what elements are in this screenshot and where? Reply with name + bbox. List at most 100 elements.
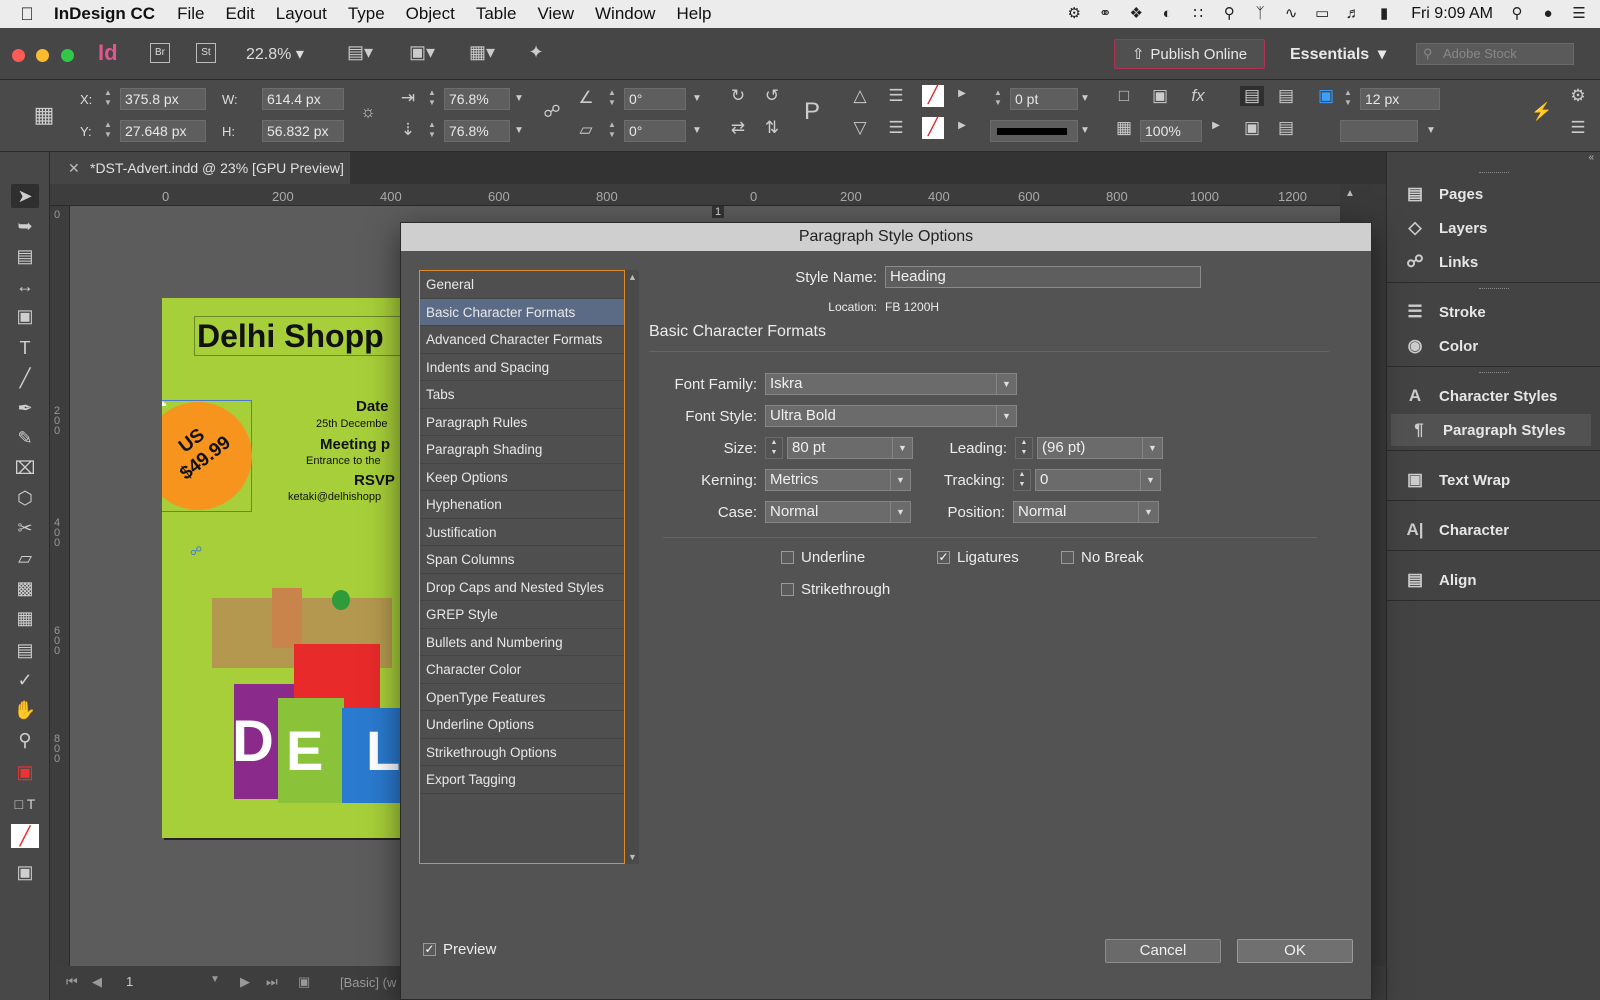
tracking-combo[interactable]: 0 ▼ [1035, 469, 1161, 491]
content-collector-icon[interactable]: ▣ [11, 304, 39, 328]
font-style-dropdown-icon[interactable]: ▼ [996, 406, 1016, 426]
no-break-checkbox[interactable]: No Break [1061, 549, 1144, 566]
preview-checkbox[interactable]: ✓ Preview [423, 941, 496, 958]
fill-swatch-dropdown[interactable]: ▶ [950, 88, 974, 99]
shear-angle-field[interactable]: 0° [624, 120, 686, 142]
wrap-bounding-box-icon[interactable]: ▤ [1274, 86, 1298, 106]
arrange-documents-icon[interactable]: ▦▾ [468, 42, 496, 66]
direct-selection-tool-icon[interactable]: ➥ [11, 214, 39, 238]
cloud-link-icon[interactable]: ☁ [162, 394, 167, 410]
publish-online-button[interactable]: ⇧ Publish Online [1114, 39, 1265, 69]
quick-apply-lightning-icon[interactable]: ⚡ [1530, 102, 1554, 122]
size-combo[interactable]: 80 pt ▼ [787, 437, 913, 459]
shear-dropdown[interactable]: ▼ [692, 125, 702, 136]
no-break-checkbox-box[interactable] [1061, 551, 1074, 564]
x-stepper[interactable]: ▲ ▼ [100, 88, 116, 110]
select-container-icon[interactable]: △ [848, 86, 872, 106]
polygon-tool-icon[interactable]: ⬡ [11, 486, 39, 510]
position-dropdown-icon[interactable]: ▼ [1138, 502, 1158, 522]
first-page-icon[interactable]: ⏮ [66, 974, 78, 990]
document-tab[interactable]: ✕ *DST-Advert.indd @ 23% [GPU Preview] [50, 152, 350, 184]
screen-mode-normal-icon[interactable]: ▣ [11, 860, 39, 884]
scale-x-dropdown[interactable]: ▼ [514, 93, 524, 104]
tracking-dropdown-icon[interactable]: ▼ [1140, 470, 1160, 490]
leading-dropdown-icon[interactable]: ▼ [1142, 438, 1162, 458]
last-page-icon[interactable]: ⏭ [266, 974, 278, 990]
rotate-cw-icon[interactable]: ↻ [726, 86, 750, 106]
width-field[interactable]: 614.4 px [262, 88, 344, 110]
next-page-icon[interactable]: ▶ [240, 974, 250, 990]
panel-links[interactable]: ☍ Links [1387, 246, 1600, 278]
flip-vertical-icon[interactable]: ⇅ [760, 118, 784, 138]
select-previous-icon[interactable]: ☰ [884, 118, 908, 138]
position-select[interactable]: Normal ▼ [1013, 501, 1159, 523]
pencil-tool-icon[interactable]: ✎ [11, 426, 39, 450]
control-panel-gear-icon[interactable]: ⚙ [1566, 86, 1590, 106]
category-opentype-features[interactable]: OpenType Features [420, 684, 624, 711]
stroke-weight-field[interactable]: 0 pt [1010, 88, 1078, 110]
menu-clock[interactable]: Fri 9:09 AM [1411, 5, 1493, 23]
formatting-container-icon[interactable]: □ T [11, 792, 39, 816]
rotate-stepper[interactable]: ▲ ▼ [604, 88, 620, 110]
category-character-color[interactable]: Character Color [420, 656, 624, 684]
bridge-button[interactable]: Br [150, 43, 170, 63]
panel-layers[interactable]: ◇ Layers [1387, 212, 1600, 244]
menu-table[interactable]: Table [476, 4, 517, 24]
horizontal-ruler[interactable]: 0 200 400 600 800 0 200 400 600 800 1000… [50, 184, 1340, 206]
apply-none-icon[interactable]: ╱ [11, 824, 39, 848]
panel-character[interactable]: A| Character [1387, 514, 1600, 546]
menu-layout[interactable]: Layout [276, 4, 327, 24]
category-drop-caps-nested-styles[interactable]: Drop Caps and Nested Styles [420, 574, 624, 601]
note-tool-icon[interactable]: ▤ [11, 638, 39, 662]
frame-fitting-dropdown[interactable]: ▼ [1426, 125, 1436, 136]
free-transform-tool-icon[interactable]: ▱ [11, 546, 39, 570]
rotate-ccw-icon[interactable]: ↺ [760, 86, 784, 106]
font-style-select[interactable]: Ultra Bold ▼ [765, 405, 1017, 427]
stroke-weight-stepper[interactable]: ▲ ▼ [990, 88, 1006, 110]
panel-text-wrap[interactable]: ▣ Text Wrap [1387, 464, 1600, 496]
document-page-flyer[interactable]: Delhi Shopp Date 25th Decembe Meeting p … [162, 298, 412, 838]
gradient-swatch-tool-icon[interactable]: ▩ [11, 576, 39, 600]
category-general[interactable]: General [420, 271, 624, 299]
size-stepper[interactable]: ▲ ▼ [765, 437, 783, 459]
screen-mode-icon[interactable]: ▣▾ [408, 42, 436, 66]
window-minimize-button[interactable] [36, 49, 49, 62]
close-tab-icon[interactable]: ✕ [68, 152, 80, 184]
case-select[interactable]: Normal ▼ [765, 501, 911, 523]
category-strikethrough-options[interactable]: Strikethrough Options [420, 739, 624, 766]
frame-fitting-select[interactable] [1340, 120, 1418, 142]
category-underline-options[interactable]: Underline Options [420, 711, 624, 739]
fill-stroke-swap-icon[interactable]: ▣ [11, 760, 39, 784]
stroke-type-dropdown[interactable]: ▼ [1080, 125, 1090, 136]
page-dropdown-icon[interactable]: ▼ [210, 974, 220, 985]
wrap-jump-object-icon[interactable]: ▤ [1274, 118, 1298, 138]
category-list-scrollbar[interactable]: ▲ ▼ [625, 270, 639, 864]
category-basic-character-formats[interactable]: Basic Character Formats [420, 298, 624, 326]
line-tool-icon[interactable]: ╱ [11, 366, 39, 390]
y-position-field[interactable]: 27.648 px [120, 120, 206, 142]
spacing-field[interactable]: 12 px [1360, 88, 1440, 110]
view-options-icon[interactable]: ▤▾ [346, 42, 374, 66]
sync-icon[interactable]: ◐ [1157, 6, 1177, 22]
kerning-dropdown-icon[interactable]: ▼ [890, 470, 910, 490]
shear-stepper[interactable]: ▲ ▼ [604, 120, 620, 142]
opacity-field[interactable]: 100% [1140, 120, 1202, 142]
auto-fit-frame-icon[interactable]: ▣ [1314, 86, 1338, 106]
leading-combo[interactable]: (96 pt) ▼ [1037, 437, 1163, 459]
battery-icon[interactable]: ▮ [1374, 6, 1394, 22]
menu-window[interactable]: Window [595, 4, 655, 24]
ok-button[interactable]: OK [1237, 939, 1353, 963]
leading-stepper[interactable]: ▲ ▼ [1015, 437, 1033, 459]
scroll-down-icon[interactable]: ▼ [628, 852, 637, 862]
ligatures-checkbox[interactable]: ✓ Ligatures [937, 549, 1019, 566]
wrap-object-shape-icon[interactable]: ▣ [1240, 118, 1264, 138]
rectangle-frame-tool-icon[interactable]: ⌧ [11, 456, 39, 480]
link-chain-icon[interactable]: ☍ [540, 102, 564, 122]
control-panel-menu-icon[interactable]: ☰ [1566, 118, 1590, 138]
category-export-tagging[interactable]: Export Tagging [420, 766, 624, 794]
category-indents-and-spacing[interactable]: Indents and Spacing [420, 354, 624, 381]
category-span-columns[interactable]: Span Columns [420, 546, 624, 574]
underline-checkbox-box[interactable] [781, 551, 794, 564]
font-family-dropdown-icon[interactable]: ▼ [996, 374, 1016, 394]
dialog-title[interactable]: Paragraph Style Options [401, 223, 1371, 251]
